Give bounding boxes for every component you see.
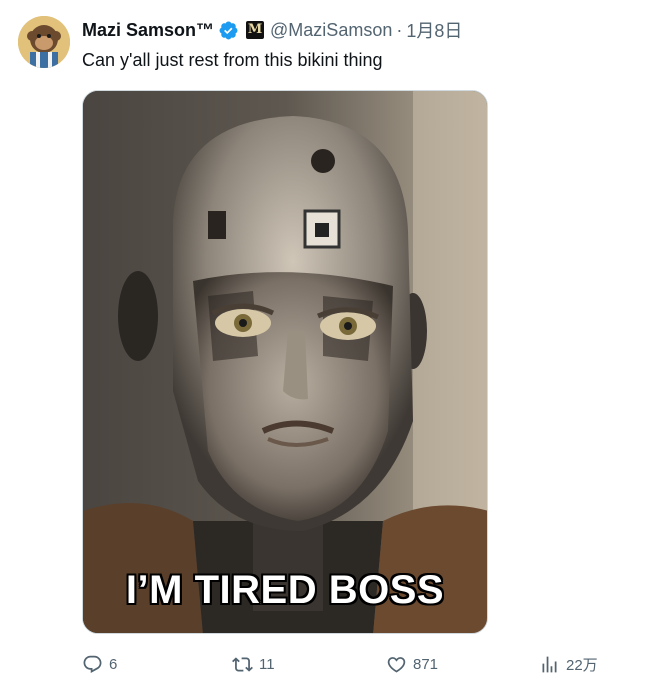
heart-icon [387,656,406,673]
tweet-timestamp[interactable]: 1月8日 [406,17,462,43]
views-count: 22万 [566,656,598,674]
reply-button[interactable]: 6 [82,650,117,678]
tweet-action-bar: 6 11 871 22万 [0,650,660,678]
retweet-icon [232,656,253,672]
retweet-count: 11 [259,655,275,673]
verified-badge-icon[interactable] [218,20,239,41]
views-button[interactable]: 22万 [539,650,598,678]
retweet-button[interactable]: 11 [232,650,275,678]
meme-caption: I’M TIRED BOSS [125,568,445,612]
separator-dot: · [396,19,403,40]
monkey-avatar-icon [18,16,70,68]
robot-face-image [83,91,487,633]
reply-count: 6 [109,655,118,673]
reply-icon [83,655,102,673]
tweet-text: Can y'all just rest from this bikini thi… [82,50,383,70]
author-avatar[interactable] [18,16,70,68]
author-display-name[interactable]: Mazi Samson™ [82,20,214,41]
author-handle[interactable]: @MaziSamson [270,20,392,41]
like-count: 871 [413,655,439,673]
tweet-media-image[interactable]: I’M TIRED BOSS [82,90,488,634]
affiliate-badge-icon[interactable]: M [246,21,265,39]
tweet[interactable]: Mazi Samson™ M @MaziSamson · 1月8日 Can y'… [0,0,660,693]
like-button[interactable]: 871 [386,650,438,678]
views-icon [542,656,557,672]
tweet-header: Mazi Samson™ M @MaziSamson · 1月8日 [82,17,462,43]
